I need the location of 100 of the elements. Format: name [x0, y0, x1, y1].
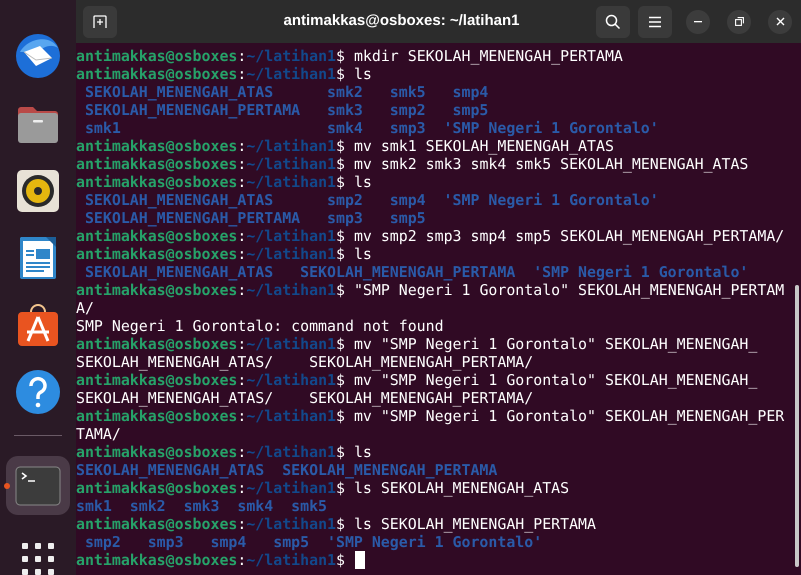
- prompt-user: antimakkas@osboxes: [76, 245, 238, 263]
- prompt-user: antimakkas@osboxes: [76, 551, 238, 569]
- prompt-symbol: $: [336, 227, 345, 245]
- prompt-user: antimakkas@osboxes: [76, 65, 238, 83]
- prompt-user: antimakkas@osboxes: [76, 443, 238, 461]
- mail-app-icon: [14, 32, 62, 80]
- prompt-separator: :: [237, 407, 246, 425]
- prompt-path: ~/latihan1: [246, 65, 336, 83]
- prompt-separator: :: [237, 47, 246, 65]
- app-grid-icon[interactable]: [22, 543, 54, 575]
- help-icon: [15, 368, 61, 415]
- close-icon: [776, 17, 784, 26]
- prompt-symbol: $: [336, 137, 345, 155]
- command-text: ls: [354, 245, 372, 263]
- search-icon: [605, 14, 621, 30]
- prompt-user: antimakkas@osboxes: [76, 47, 238, 65]
- prompt-symbol: $: [336, 173, 345, 191]
- output-text: TAMA/: [76, 425, 121, 443]
- window-title: antimakkas@osboxes: ~/latihan1: [282, 11, 520, 32]
- prompt-symbol: $: [336, 479, 345, 497]
- output-text: SMP Negeri 1 Gorontalo: command not found: [76, 317, 444, 335]
- prompt-user: antimakkas@osboxes: [76, 137, 238, 155]
- command-text: mv smk1 SEKOLAH_MENENGAH_ATAS: [354, 137, 614, 155]
- prompt-user: antimakkas@osboxes: [76, 515, 238, 533]
- prompt-path: ~/latihan1: [246, 335, 336, 353]
- restore-button[interactable]: [727, 10, 751, 34]
- prompt-symbol: $: [336, 371, 345, 389]
- listing-output: SEKOLAH_MENENGAH_ATAS smp2 smp4 'SMP Negeri 1 Gorontalo': [84, 191, 659, 209]
- prompt-symbol: $: [336, 155, 345, 173]
- prompt-symbol: $: [336, 335, 345, 353]
- prompt-separator: :: [237, 227, 246, 245]
- prompt-path: ~/latihan1: [246, 479, 336, 497]
- prompt-separator: :: [237, 65, 246, 83]
- new-tab-button[interactable]: [83, 6, 117, 38]
- listing-output: SEKOLAH_MENENGAH_ATAS SEKOLAH_MENENGAH_PERTAMA: [76, 461, 498, 479]
- listing-output: SEKOLAH_MENENGAH_ATAS SEKOLAH_MENENGAH_PERTAMA 'SMP Negeri 1 Gorontalo': [84, 263, 748, 281]
- command-text: ls: [354, 173, 372, 191]
- prompt-user: antimakkas@osboxes: [76, 335, 238, 353]
- prompt-separator: :: [237, 335, 246, 353]
- prompt-separator: :: [237, 155, 246, 173]
- prompt-path: ~/latihan1: [246, 443, 336, 461]
- prompt-symbol: $: [336, 515, 345, 533]
- prompt-symbol: $: [336, 407, 345, 425]
- prompt-separator: :: [237, 515, 246, 533]
- command-text: ls: [354, 65, 372, 83]
- prompt-user: antimakkas@osboxes: [76, 227, 238, 245]
- prompt-path: ~/latihan1: [246, 407, 336, 425]
- output-text: SEKOLAH_MENENGAH_ATAS/ SEKOLAH_MENENGAH_PERTAMA/: [76, 353, 534, 371]
- prompt-path: ~/latihan1: [246, 47, 336, 65]
- prompt-user: antimakkas@osboxes: [76, 371, 238, 389]
- command-text: mv smk2 smk3 smk4 smk5 SEKOLAH_MENENGAH_ATAS: [354, 155, 748, 173]
- minimize-icon: [694, 20, 702, 22]
- command-text: mv "SMP Negeri 1 Gorontalo" SEKOLAH_MENENGAH_PER: [354, 407, 784, 425]
- prompt-user: antimakkas@osboxes: [76, 155, 238, 173]
- prompt-user: antimakkas@osboxes: [76, 173, 238, 191]
- command-text: mv "SMP Negeri 1 Gorontalo" SEKOLAH_MENENGAH_: [354, 371, 758, 389]
- prompt-symbol: $: [336, 245, 345, 263]
- new-tab-icon: [92, 14, 108, 30]
- command-text: ls SEKOLAH_MENENGAH_ATAS: [354, 479, 570, 497]
- listing-output: SEKOLAH_MENENGAH_ATAS smk2 smk5 smp4: [84, 83, 488, 101]
- menu-button[interactable]: [638, 6, 672, 38]
- minimize-button[interactable]: [686, 10, 710, 34]
- prompt-user: antimakkas@osboxes: [76, 407, 238, 425]
- prompt-symbol: $: [336, 65, 345, 83]
- shopping-bag-icon: [16, 302, 60, 348]
- prompt-separator: :: [237, 371, 246, 389]
- prompt-path: ~/latihan1: [246, 281, 336, 299]
- running-indicator: [4, 483, 10, 490]
- prompt-separator: :: [237, 281, 246, 299]
- command-text: mv smp2 smp3 smp4 smp5 SEKOLAH_MENENGAH_PERTAMA/: [354, 227, 784, 245]
- listing-output: smk1 smk2 smk3 smk4 smk5: [76, 497, 328, 515]
- prompt-path: ~/latihan1: [246, 245, 336, 263]
- close-button[interactable]: [768, 10, 792, 34]
- prompt-user: antimakkas@osboxes: [76, 281, 238, 299]
- prompt-path: ~/latihan1: [246, 551, 336, 569]
- listing-output: smp2 smp3 smp4 smp5 'SMP Negeri 1 Gorontalo': [84, 533, 542, 551]
- command-text: mv "SMP Negeri 1 Gorontalo" SEKOLAH_MENENGAH_: [354, 335, 758, 353]
- prompt-separator: :: [237, 479, 246, 497]
- document-icon: [18, 234, 58, 281]
- prompt-symbol: $: [336, 551, 345, 569]
- prompt-path: ~/latihan1: [246, 227, 336, 245]
- menu-icon: [648, 16, 662, 28]
- command-text: "SMP Negeri 1 Gorontalo" SEKOLAH_MENENGAH_PERTAM: [354, 281, 784, 299]
- prompt-separator: :: [237, 137, 246, 155]
- prompt-symbol: $: [336, 443, 345, 461]
- listing-output: SEKOLAH_MENENGAH_PERTAMA smk3 smp2 smp5: [84, 101, 488, 119]
- speaker-icon: [16, 168, 60, 213]
- restore-icon: [734, 17, 744, 26]
- prompt-path: ~/latihan1: [246, 515, 336, 533]
- output-text: A/: [76, 299, 94, 317]
- prompt-separator: :: [237, 443, 246, 461]
- prompt-path: ~/latihan1: [246, 137, 336, 155]
- prompt-path: ~/latihan1: [246, 155, 336, 173]
- text-cursor: [354, 551, 365, 569]
- output-text: SEKOLAH_MENENGAH_ATAS/ SEKOLAH_MENENGAH_PERTAMA/: [76, 389, 534, 407]
- listing-output: smk1 smk4 smp3 'SMP Negeri 1 Gorontalo': [84, 119, 659, 137]
- command-text: ls: [354, 443, 372, 461]
- prompt-path: ~/latihan1: [246, 173, 336, 191]
- search-button[interactable]: [596, 6, 630, 38]
- terminal-icon: [15, 466, 61, 506]
